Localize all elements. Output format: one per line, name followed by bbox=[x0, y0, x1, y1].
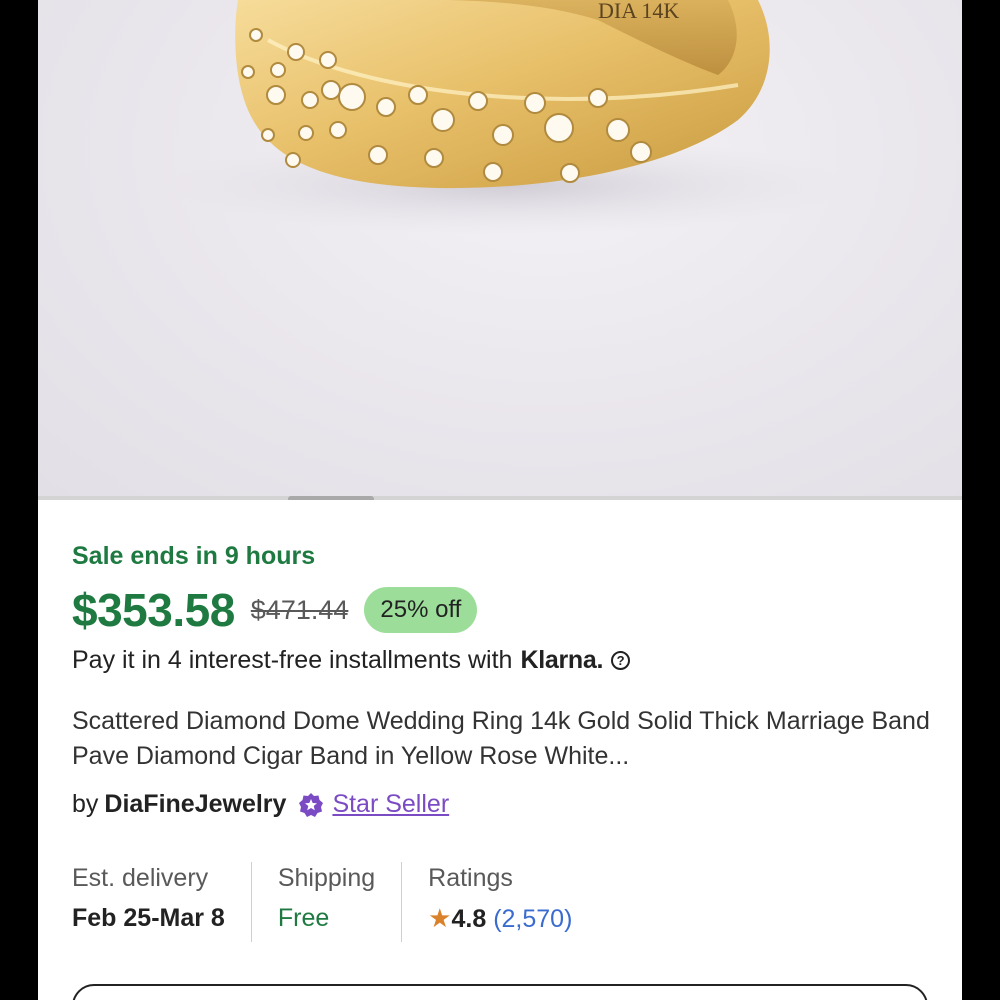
price-row: $353.58 $471.44 25% off bbox=[72, 582, 478, 638]
product-details: Sale ends in 9 hours $353.58 $471.44 25%… bbox=[38, 506, 962, 1000]
help-icon[interactable]: ? bbox=[611, 651, 631, 670]
star-seller-icon bbox=[299, 792, 324, 817]
shipping-label: Shipping bbox=[277, 864, 376, 892]
sale-timer: Sale ends in 9 hours bbox=[72, 542, 316, 570]
delivery-value: Feb 25-Mar 8 bbox=[72, 904, 225, 932]
product-page: DIA 14K Sale ends in 9 hours $353.58 $47… bbox=[38, 0, 962, 1000]
carousel-scroll-thumb[interactable] bbox=[288, 496, 374, 500]
ratings-info[interactable]: Ratings ★4.8 (2,570) bbox=[402, 862, 598, 942]
rating-count-link[interactable]: (2,570) bbox=[493, 905, 572, 933]
partial-option-box[interactable] bbox=[72, 984, 928, 1000]
seller-row: by DiaFineJewelry Star Seller bbox=[72, 790, 449, 819]
delivery-info: Est. delivery Feb 25-Mar 8 bbox=[72, 862, 252, 942]
ratings-value-row[interactable]: ★4.8 (2,570) bbox=[428, 902, 572, 935]
ring-engraving: DIA 14K bbox=[598, 0, 679, 23]
ring-illustration: DIA 14K bbox=[168, 0, 848, 235]
current-price: $353.58 bbox=[72, 584, 235, 636]
rating-value: 4.8 bbox=[451, 905, 487, 933]
delivery-label: Est. delivery bbox=[72, 864, 209, 892]
seller-by-label: by bbox=[72, 790, 99, 818]
shipping-value: Free bbox=[277, 904, 330, 932]
product-title[interactable]: Scattered Diamond Dome Wedding Ring 14k … bbox=[72, 704, 932, 774]
klarna-logo: Klarna. bbox=[520, 646, 604, 674]
star-icon: ★ bbox=[428, 903, 452, 933]
discount-badge: 25% off bbox=[364, 587, 478, 633]
star-seller-link[interactable]: Star Seller bbox=[332, 790, 449, 819]
info-row: Est. delivery Feb 25-Mar 8 Shipping Free… bbox=[72, 862, 598, 942]
klarna-installments[interactable]: Pay it in 4 interest-free installments w… bbox=[72, 646, 631, 675]
ratings-label: Ratings bbox=[428, 864, 513, 892]
original-price: $471.44 bbox=[250, 594, 349, 625]
klarna-text: Pay it in 4 interest-free installments w… bbox=[72, 646, 513, 674]
seller-name-link[interactable]: DiaFineJewelry bbox=[104, 790, 286, 819]
product-image[interactable]: DIA 14K bbox=[38, 0, 962, 500]
carousel-scrollbar[interactable] bbox=[38, 496, 962, 500]
shipping-info: Shipping Free bbox=[252, 862, 403, 942]
